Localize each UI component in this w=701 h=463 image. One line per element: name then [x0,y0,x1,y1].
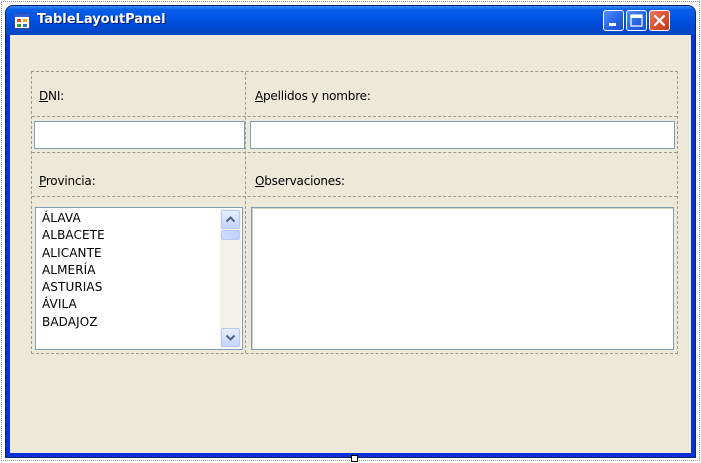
list-item[interactable]: ASTURIAS [42,279,105,296]
form-client-area: DNI: Apellidos y nombre: Provincia: Obse… [10,35,691,453]
form-window: TableLayoutPanel DNI: Apellidos y nombre… [5,5,696,458]
column-divider [245,72,246,353]
resize-grab-handle[interactable] [351,455,358,462]
apellidos-label: Apellidos y nombre: [255,89,371,103]
scroll-down-button[interactable] [221,328,240,347]
scroll-thumb[interactable] [221,230,240,240]
chevron-up-icon [225,216,236,223]
close-icon [653,14,666,27]
maximize-icon [630,14,643,27]
list-item[interactable]: ÁLAVA [42,210,105,227]
list-item[interactable]: ALICANTE [42,245,105,262]
row-divider [32,196,677,197]
observaciones-textarea[interactable] [251,207,674,350]
chevron-down-icon [225,334,236,341]
minimize-button[interactable] [603,10,624,31]
title-bar[interactable]: TableLayoutPanel [6,6,695,35]
row-divider [32,152,677,153]
form-icon [14,13,30,29]
list-item[interactable]: ÁVILA [42,296,105,313]
minimize-icon [609,23,616,26]
maximize-button[interactable] [626,10,647,31]
provincia-label: Provincia: [39,174,96,188]
window-title: TableLayoutPanel [37,12,166,27]
scroll-up-button[interactable] [221,210,240,229]
apellidos-field[interactable] [250,121,675,149]
provincia-list: ÁLAVA ALBACETE ALICANTE ALMERÍA ASTURIAS… [42,210,105,331]
row-divider [32,116,677,117]
dni-label: DNI: [39,89,65,103]
listbox-scrollbar[interactable] [220,209,241,348]
close-button[interactable] [649,10,670,31]
list-item[interactable]: ALBACETE [42,227,105,244]
list-item[interactable]: ALMERÍA [42,262,105,279]
list-item[interactable]: BADAJOZ [42,314,105,331]
observaciones-label: Observaciones: [255,174,345,188]
provincia-listbox[interactable]: ÁLAVA ALBACETE ALICANTE ALMERÍA ASTURIAS… [35,207,243,350]
dni-field[interactable] [34,121,245,149]
